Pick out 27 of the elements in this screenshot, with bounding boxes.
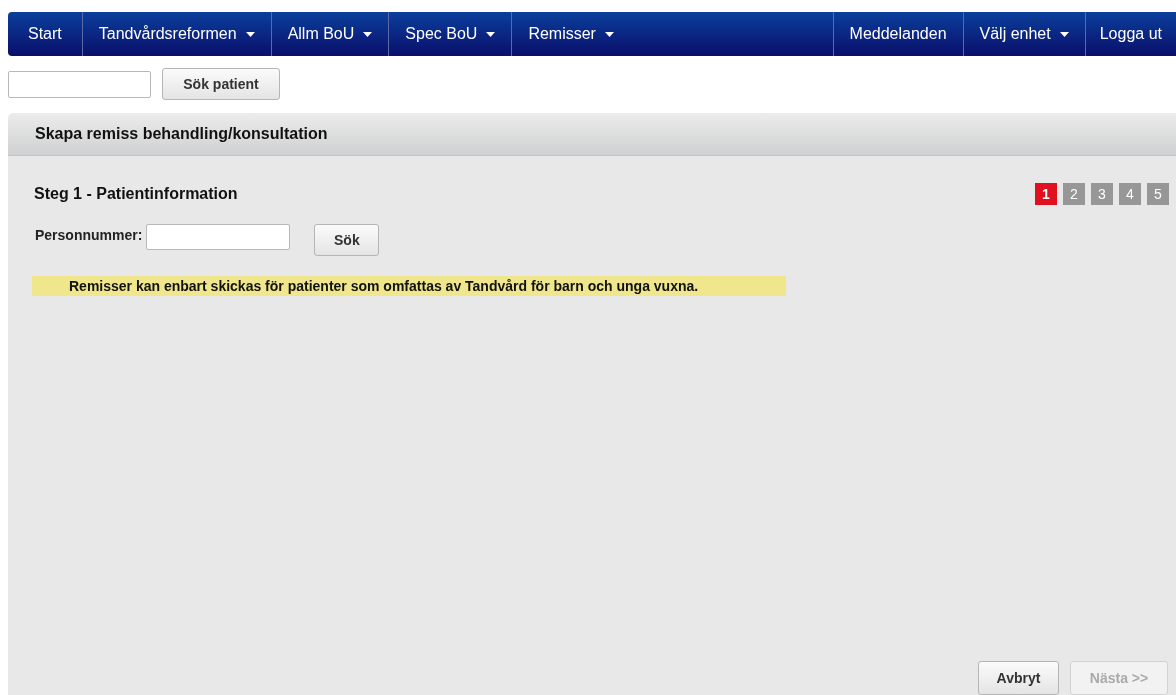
patient-search-field[interactable] [8, 70, 151, 98]
nav-item[interactable]: Logga ut [1084, 12, 1176, 56]
nav-item[interactable]: Tandvårdsreformen [81, 12, 271, 56]
personnummer-field[interactable] [146, 224, 291, 250]
caret-icon [604, 31, 614, 37]
caret-icon [1059, 31, 1069, 37]
notice-banner: Remisser kan enbart skickas för patienter som omfattas av Tandvård för barn och unga vuxna. [32, 276, 786, 296]
step-indicator: 2 [1063, 183, 1085, 205]
panel-title: Skapa remiss behandling/konsultation [35, 125, 328, 143]
nav-item[interactable]: Spec BoU [388, 12, 512, 56]
caret-icon [245, 31, 255, 37]
search-button[interactable]: Sök [314, 224, 380, 256]
cancel-button[interactable]: Avbryt [978, 661, 1059, 695]
nav-item[interactable]: Allm BoU [270, 12, 389, 56]
nav-item[interactable]: Meddelanden [832, 12, 963, 56]
nav-item[interactable]: Välj enhet [962, 12, 1085, 56]
step-indicator: 3 [1091, 183, 1113, 205]
caret-icon [486, 31, 496, 37]
personnummer-label: Personnummer: [35, 227, 143, 243]
search-patient-button[interactable]: Sök patient [162, 68, 280, 100]
step-indicator: 1 [1035, 183, 1057, 205]
nav-item[interactable]: Remisser [511, 12, 630, 56]
step-indicator: 5 [1147, 183, 1169, 205]
nav-item[interactable]: Start [8, 12, 82, 56]
step-indicator: 4 [1119, 183, 1141, 205]
step-title: Steg 1 - Patientinformation [34, 185, 238, 203]
caret-icon [363, 31, 373, 37]
